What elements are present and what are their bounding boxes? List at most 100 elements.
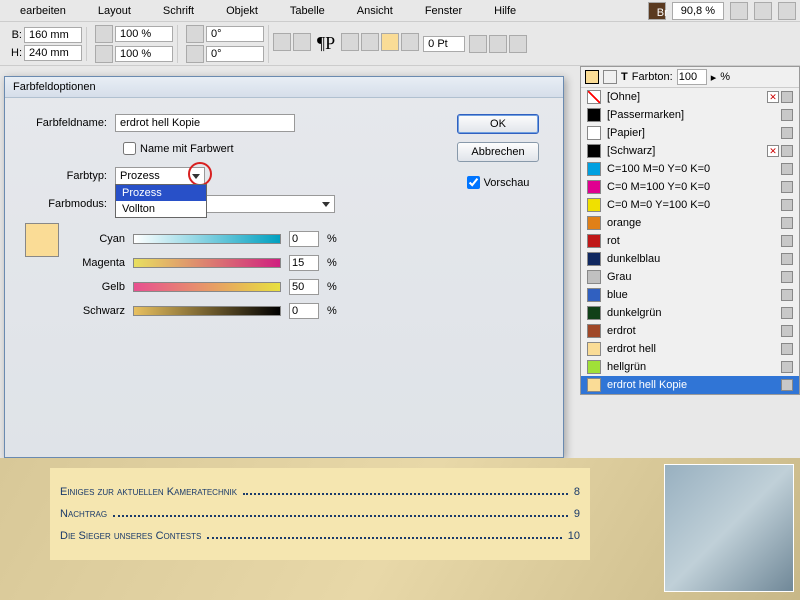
swatch-row[interactable]: blue [581, 286, 799, 304]
slider-track[interactable] [133, 258, 281, 268]
flip-h-icon[interactable] [273, 33, 291, 51]
slider-track[interactable] [133, 282, 281, 292]
swatch-row[interactable]: erdrot hell Kopie [581, 376, 799, 394]
menu-bearbeiten[interactable]: earbeiten [4, 3, 82, 19]
flip-v-icon[interactable] [293, 33, 311, 51]
color-type-dropdown[interactable]: Prozess Prozess Vollton [115, 167, 205, 185]
swatch-name: C=0 M=100 Y=0 K=0 [607, 181, 775, 193]
percent-label: % [327, 257, 341, 269]
scale-x-input[interactable]: 100 % [115, 26, 173, 42]
color-model-icon [781, 91, 793, 103]
name-with-value-checkbox[interactable] [123, 142, 136, 155]
slider-value-input[interactable] [289, 279, 319, 295]
slider-value-input[interactable] [289, 231, 319, 247]
menu-objekt[interactable]: Objekt [210, 3, 274, 19]
swatch-row[interactable]: erdrot [581, 322, 799, 340]
color-model-icon [781, 163, 793, 175]
percent-label: % [327, 281, 341, 293]
select-container-icon[interactable] [341, 33, 359, 51]
swatch-row[interactable]: orange [581, 214, 799, 232]
swatch-name: C=100 M=0 Y=0 K=0 [607, 163, 775, 175]
zoom-level[interactable]: 90,8 % [672, 2, 724, 20]
swatch-row[interactable]: rot [581, 232, 799, 250]
arrange-icon[interactable] [730, 2, 748, 20]
menu-ansicht[interactable]: Ansicht [341, 3, 409, 19]
slider-track[interactable] [133, 234, 281, 244]
color-model-icon [781, 325, 793, 337]
color-model-icon [781, 289, 793, 301]
swatch-name: erdrot hell [607, 343, 775, 355]
corner-icon[interactable] [509, 35, 527, 53]
height-input[interactable]: 240 mm [24, 45, 82, 61]
document-background: Einiges zur aktuellen Kameratechnik8Nach… [0, 458, 800, 600]
apply-color-icon[interactable] [401, 33, 419, 51]
menubar: earbeiten Layout Schrift Objekt Tabelle … [0, 0, 800, 22]
not-editable-icon: ✕ [767, 145, 779, 157]
slider-label: Gelb [73, 281, 125, 293]
slider-value-input[interactable] [289, 303, 319, 319]
wrap-icon[interactable] [489, 35, 507, 53]
swatch-name: erdrot hell Kopie [607, 379, 775, 391]
swatch-row[interactable]: C=100 M=0 Y=0 K=0 [581, 160, 799, 178]
menu-tabelle[interactable]: Tabelle [274, 3, 341, 19]
swatch-row[interactable]: [Papier] [581, 124, 799, 142]
swatch-row[interactable]: C=0 M=0 Y=100 K=0 [581, 196, 799, 214]
color-model-icon [781, 379, 793, 391]
toc-leader [243, 493, 568, 495]
preview-checkbox[interactable] [467, 176, 480, 189]
rotate-input[interactable]: 0° [206, 26, 264, 42]
width-input[interactable]: 160 mm [24, 27, 82, 43]
document-image-thumb [664, 464, 794, 592]
toc-title: Einiges zur aktuellen Kameratechnik [60, 486, 237, 498]
swatch-chip-icon [587, 162, 601, 176]
preview-label: Vorschau [484, 177, 530, 189]
bridge-icon[interactable]: Br [648, 2, 666, 20]
swatch-row[interactable]: dunkelblau [581, 250, 799, 268]
formatting-text-icon[interactable]: T [621, 71, 628, 83]
percent-label: % [327, 233, 341, 245]
color-model-icon [781, 145, 793, 157]
swatch-name: erdrot [607, 325, 775, 337]
screen-mode-icon[interactable] [754, 2, 772, 20]
swatch-chip-icon [587, 306, 601, 320]
shear-input[interactable]: 0° [206, 46, 264, 62]
swatch-row[interactable]: erdrot hell [581, 340, 799, 358]
option-vollton[interactable]: Vollton [116, 201, 206, 217]
swatch-name: hellgrün [607, 361, 775, 373]
menu-schrift[interactable]: Schrift [147, 3, 210, 19]
color-model-icon [781, 343, 793, 355]
select-content-icon[interactable] [361, 33, 379, 51]
control-toolbar: B:160 mm H:240 mm 100 % 100 % 0° 0° ¶P 0… [0, 22, 800, 66]
ok-button[interactable]: OK [457, 114, 539, 134]
option-prozess[interactable]: Prozess [116, 185, 206, 201]
scale-y-input[interactable]: 100 % [115, 46, 173, 62]
tint-arrow-icon[interactable]: ▸ [711, 71, 717, 84]
swatch-row[interactable]: [Schwarz]✕ [581, 142, 799, 160]
stroke-weight-input[interactable]: 0 Pt [423, 36, 465, 52]
swatch-row[interactable]: C=0 M=100 Y=0 K=0 [581, 178, 799, 196]
screen-mode2-icon[interactable] [778, 2, 796, 20]
swatch-row[interactable]: hellgrün [581, 358, 799, 376]
formatting-container-icon[interactable] [603, 70, 617, 84]
fx-icon[interactable] [469, 35, 487, 53]
dialog-title: Farbfeldoptionen [5, 77, 563, 98]
swatch-name-input[interactable] [115, 114, 295, 132]
swatch-row[interactable]: dunkelgrün [581, 304, 799, 322]
menu-layout[interactable]: Layout [82, 3, 147, 19]
menu-fenster[interactable]: Fenster [409, 3, 478, 19]
swatch-row[interactable]: Grau [581, 268, 799, 286]
swatch-chip-icon [587, 252, 601, 266]
swatch-row[interactable]: [Ohne]✕ [581, 88, 799, 106]
tint-input[interactable] [677, 69, 707, 85]
slider-track[interactable] [133, 306, 281, 316]
percent-label: % [327, 305, 341, 317]
swatch-row[interactable]: [Passermarken] [581, 106, 799, 124]
menu-hilfe[interactable]: Hilfe [478, 3, 532, 19]
current-fill-icon[interactable] [585, 70, 599, 84]
swatch-list[interactable]: [Ohne]✕[Passermarken][Papier][Schwarz]✕ C… [581, 88, 799, 394]
fill-swatch-icon[interactable] [381, 33, 399, 51]
slider-value-input[interactable] [289, 255, 319, 271]
not-editable-icon: ✕ [767, 91, 779, 103]
cancel-button[interactable]: Abbrechen [457, 142, 539, 162]
paragraph-icon[interactable]: ¶P [313, 33, 339, 54]
